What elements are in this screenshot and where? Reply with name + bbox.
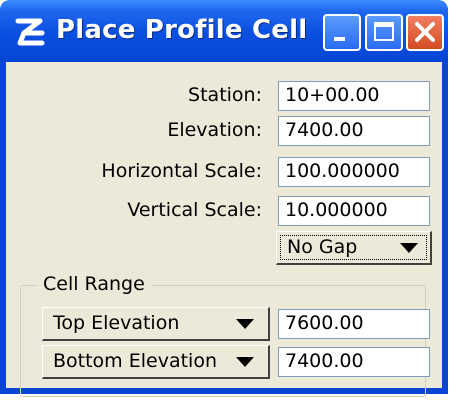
bottom-elevation-field[interactable]: 7400.00 <box>278 347 430 377</box>
gap-option-value: No Gap <box>287 236 358 258</box>
chevron-down-icon <box>236 319 254 329</box>
bottom-range-option: Bottom Elevation <box>53 350 217 372</box>
top-elevation-field[interactable]: 7600.00 <box>278 309 430 339</box>
minimize-icon <box>334 37 345 41</box>
cell-range-group <box>20 285 426 397</box>
station-label: Station: <box>188 84 262 106</box>
vertical-scale-field[interactable]: 10.000000 <box>278 196 430 226</box>
chevron-down-icon <box>400 243 418 253</box>
maximize-button[interactable] <box>365 14 403 51</box>
top-range-option: Top Elevation <box>53 312 180 334</box>
close-icon <box>415 22 435 42</box>
elevation-label: Elevation: <box>167 119 262 141</box>
title-bar[interactable]: Place Profile Cell <box>0 0 448 62</box>
minimize-button[interactable] <box>323 14 361 51</box>
station-field[interactable]: 10+00.00 <box>278 81 430 111</box>
vertical-scale-label: Vertical Scale: <box>127 199 262 221</box>
app-logo-icon <box>15 18 45 46</box>
window-title: Place Profile Cell <box>56 15 308 45</box>
maximize-icon <box>374 22 394 41</box>
elevation-field[interactable]: 7400.00 <box>278 116 430 146</box>
cell-range-title: Cell Range <box>37 273 151 295</box>
bottom-range-dropdown[interactable]: Bottom Elevation <box>42 345 270 379</box>
horizontal-scale-field[interactable]: 100.000000 <box>278 157 430 187</box>
gap-option-dropdown[interactable]: No Gap <box>276 231 432 265</box>
chevron-down-icon <box>236 357 254 367</box>
horizontal-scale-label: Horizontal Scale: <box>101 160 262 182</box>
top-range-dropdown[interactable]: Top Elevation <box>42 307 270 341</box>
close-button[interactable] <box>406 14 444 51</box>
